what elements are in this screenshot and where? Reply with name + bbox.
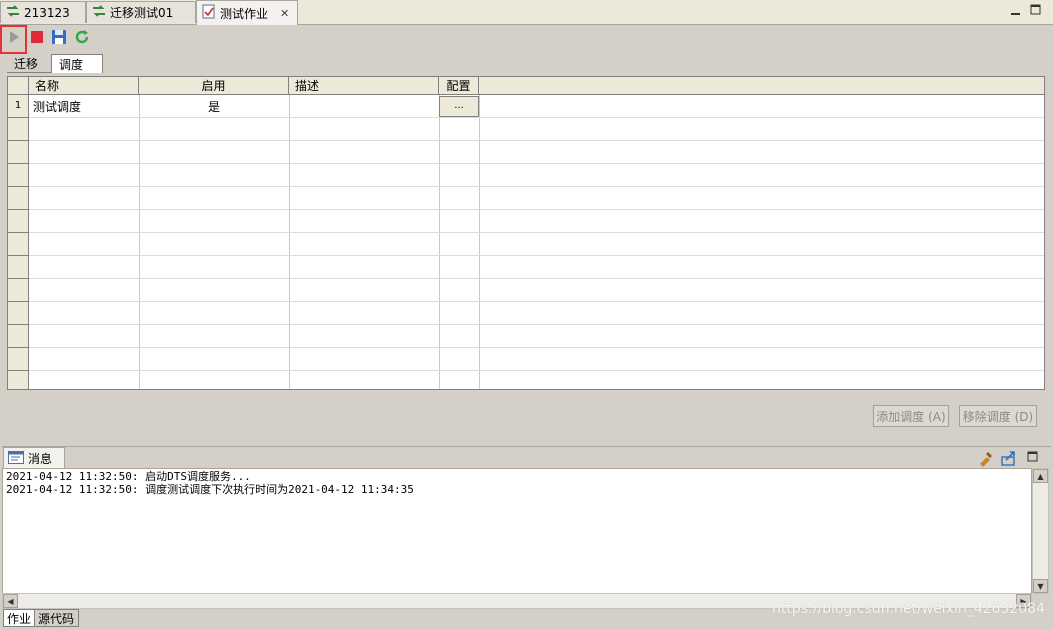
- clear-console-icon[interactable]: [977, 449, 995, 467]
- column-header-config[interactable]: 配置: [439, 77, 479, 95]
- tab-213123[interactable]: 213123: [0, 1, 86, 23]
- row-header[interactable]: [8, 256, 29, 279]
- export-icon[interactable]: [1000, 449, 1018, 467]
- row-divider: [29, 347, 1044, 348]
- row-header[interactable]: [8, 187, 29, 210]
- row-number: 1: [14, 100, 22, 111]
- cell-enabled[interactable]: 是: [139, 98, 289, 115]
- config-ellipsis-button[interactable]: ...: [439, 96, 479, 117]
- console-icon: [8, 450, 24, 467]
- column-header-filler: [479, 77, 1044, 95]
- row-header[interactable]: [8, 233, 29, 256]
- row-header[interactable]: [8, 302, 29, 325]
- maximize-icon[interactable]: [1029, 3, 1043, 17]
- maximize-panel-icon[interactable]: [1025, 449, 1041, 465]
- job-file-icon: [202, 4, 216, 22]
- tab-label: 作业: [7, 611, 32, 626]
- row-header[interactable]: [8, 164, 29, 187]
- tab-label: 迁移测试01: [110, 6, 174, 20]
- tab-label: 213123: [24, 5, 70, 20]
- row-header[interactable]: [8, 210, 29, 233]
- row-header[interactable]: [8, 118, 29, 141]
- message-panel-header: [2, 446, 1051, 470]
- row-divider: [29, 140, 1044, 141]
- toolbar: [2, 25, 1051, 55]
- close-icon[interactable]: ✕: [280, 7, 289, 20]
- log-line: 2021-04-12 11:32:50: 启动DTS调度服务...: [6, 470, 251, 483]
- tab-label: 消息: [28, 452, 53, 466]
- column-header-enabled[interactable]: 启用: [139, 77, 289, 95]
- tab-test-job[interactable]: 测试作业 ✕: [196, 0, 298, 25]
- stop-icon[interactable]: [27, 27, 47, 47]
- cell-name[interactable]: 测试调度: [33, 98, 81, 115]
- transfer-icon: [92, 5, 106, 20]
- vertical-scrollbar[interactable]: ▲ ▼: [1032, 468, 1049, 594]
- watermark-text: https://blog.csdn.net/weixin_42632084: [771, 601, 1045, 617]
- save-icon[interactable]: [49, 27, 69, 47]
- transfer-icon: [6, 5, 20, 20]
- row-header[interactable]: [8, 325, 29, 348]
- scroll-left-arrow-icon[interactable]: ◀: [3, 594, 18, 608]
- tab-label: 迁移: [14, 57, 39, 71]
- tab-label: 测试作业: [220, 6, 269, 21]
- tab-schedule[interactable]: 调度: [51, 54, 103, 73]
- row-divider: [29, 370, 1044, 371]
- row-divider: [29, 255, 1044, 256]
- tab-label: 源代码: [38, 611, 75, 626]
- column-header-label: 名称: [35, 79, 60, 93]
- column-header-name[interactable]: 名称: [29, 77, 139, 95]
- column-header-label: 启用: [201, 79, 226, 93]
- tab-job[interactable]: 作业: [3, 609, 35, 627]
- minimize-icon[interactable]: [1009, 3, 1023, 17]
- corner-header: [8, 77, 29, 95]
- add-schedule-button[interactable]: 添加调度 (A): [873, 405, 949, 427]
- tab-migration[interactable]: 迁移: [7, 55, 51, 73]
- row-divider: [29, 186, 1044, 187]
- tab-messages[interactable]: 消息: [3, 447, 65, 469]
- scroll-down-arrow-icon[interactable]: ▼: [1033, 579, 1048, 593]
- row-header[interactable]: [8, 371, 29, 389]
- scroll-up-arrow-icon[interactable]: ▲: [1033, 469, 1048, 483]
- schedule-table: 名称 启用 描述 配置 1 测试调度 是 ...: [7, 76, 1045, 390]
- row-divider: [29, 278, 1044, 279]
- column-header-label: 描述: [295, 79, 320, 93]
- row-divider: [29, 324, 1044, 325]
- refresh-icon[interactable]: [72, 27, 92, 47]
- tab-source-code[interactable]: 源代码: [35, 609, 79, 627]
- tab-label: 调度: [59, 57, 84, 72]
- tab-migration-test[interactable]: 迁移测试01: [86, 1, 196, 23]
- row-divider: [29, 163, 1044, 164]
- row-divider: [29, 232, 1044, 233]
- message-console: 2021-04-12 11:32:50: 启动DTS调度服务... 2021-0…: [2, 468, 1032, 594]
- row-divider: [29, 209, 1044, 210]
- row-header[interactable]: [8, 348, 29, 371]
- row-header[interactable]: [8, 141, 29, 164]
- log-line: 2021-04-12 11:32:50: 调度测试调度下次执行时间为2021-0…: [6, 483, 414, 496]
- column-header-description[interactable]: 描述: [289, 77, 439, 95]
- column-header-label: 配置: [446, 79, 471, 93]
- row-divider: [29, 117, 1044, 118]
- run-button-highlight: [0, 25, 27, 54]
- row-header[interactable]: 1: [8, 95, 29, 118]
- remove-schedule-button[interactable]: 移除调度 (D): [959, 405, 1037, 427]
- row-divider: [29, 301, 1044, 302]
- row-header[interactable]: [8, 279, 29, 302]
